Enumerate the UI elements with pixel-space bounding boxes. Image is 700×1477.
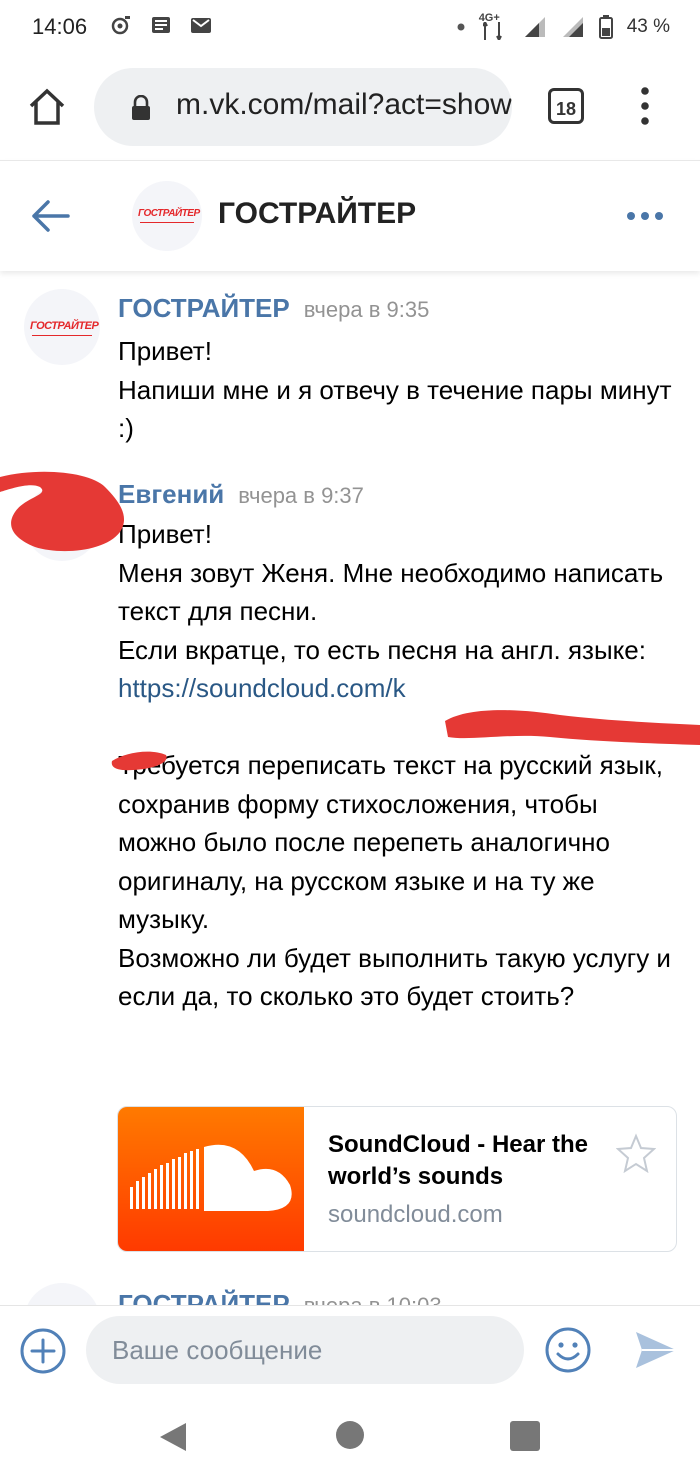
nav-back-icon[interactable] <box>158 1421 188 1453</box>
more-options-icon[interactable] <box>626 211 664 221</box>
message-paragraph: Если вкратце, то есть песня на англ. язы… <box>118 634 646 665</box>
message-input[interactable] <box>86 1316 524 1384</box>
back-arrow-icon[interactable] <box>30 199 70 233</box>
chat-header: ГОСТРАЙТЕР ГОСТРАЙТЕР <box>0 160 700 271</box>
send-icon[interactable] <box>634 1328 678 1372</box>
lock-icon <box>132 95 150 120</box>
address-bar[interactable]: m.vk.com/mail?act=show <box>94 68 512 146</box>
author-avatar[interactable] <box>24 1283 100 1305</box>
emoji-icon[interactable] <box>544 1326 592 1374</box>
soundcloud-logo-icon <box>130 1144 292 1211</box>
message-author[interactable]: ГОСТРАЙТЕР вчера в 9:35 <box>118 293 429 324</box>
soundcloud-link[interactable]: https://soundcloud.com/k <box>118 673 406 703</box>
signal-strength-icon <box>524 17 545 37</box>
link-attachment-card[interactable]: SoundCloud - Hear the world’s sounds sou… <box>117 1106 677 1252</box>
soundcloud-thumbnail <box>118 1107 304 1251</box>
wifi-icon <box>562 17 583 37</box>
battery-icon <box>598 15 613 39</box>
notification-icons <box>110 14 212 36</box>
nav-home-icon[interactable] <box>336 1421 364 1449</box>
chat-title: ГОСТРАЙТЕР <box>218 197 417 230</box>
message-composer <box>0 1305 700 1394</box>
gmail-icon <box>191 18 211 33</box>
android-navigation-bar <box>0 1393 700 1477</box>
music-icon <box>111 16 130 35</box>
chat-avatar[interactable]: ГОСТРАЙТЕР <box>132 181 202 251</box>
add-attachment-icon[interactable] <box>20 1328 66 1374</box>
author-name[interactable]: Евгений <box>118 479 224 509</box>
logo-underline <box>32 335 92 336</box>
card-title: SoundCloud - Hear the world’s sounds <box>328 1131 588 1190</box>
message-item: ГОСТРАЙТЕР вчера в 10:03 <box>0 1283 700 1305</box>
message-time: вчера в 10:03 <box>304 1293 442 1305</box>
message-line: Привет! <box>118 336 212 366</box>
news-icon <box>152 17 170 33</box>
message-item: ГОСТРАЙТЕР ГОСТРАЙТЕР вчера в 9:35 Привет… <box>0 271 700 461</box>
avatar-logo-text: ГОСТРАЙТЕР <box>30 320 99 332</box>
browser-menu-icon[interactable] <box>640 86 650 126</box>
author-avatar[interactable]: ГОСТРАЙТЕР <box>24 289 100 365</box>
status-bar: 14:06 4G+ 43 % <box>0 0 700 56</box>
signal-network: 4G+ <box>479 12 509 40</box>
message-item: Евгений вчера в 9:37 Привет! Меня зовут Ж… <box>0 467 700 1267</box>
battery-percent: 43 % <box>626 16 670 37</box>
message-list[interactable]: ГОСТРАЙТЕР ГОСТРАЙТЕР вчера в 9:35 Привет… <box>0 271 700 1305</box>
message-text: Привет! Меня зовут Женя. Мне необходимо … <box>118 515 678 1016</box>
message-time: вчера в 9:37 <box>238 483 364 508</box>
message-line: Напиши мне и я отвечу в течение пары мин… <box>118 374 672 444</box>
star-icon[interactable] <box>616 1133 656 1173</box>
message-paragraph: Меня зовут Женя. Мне необходимо написать… <box>118 557 664 627</box>
signal-icon <box>482 22 502 40</box>
avatar-logo-text: ГОСТРАЙТЕР <box>138 208 200 219</box>
dot-icon <box>457 23 465 31</box>
home-icon[interactable] <box>26 86 68 128</box>
nav-recent-apps-icon[interactable] <box>510 1421 540 1451</box>
logo-underline <box>140 222 194 223</box>
message-author[interactable]: Евгений вчера в 9:37 <box>118 479 364 510</box>
tab-switcher-button[interactable]: 18 <box>548 88 584 124</box>
author-name[interactable]: ГОСТРАЙТЕР <box>118 293 290 323</box>
browser-toolbar: m.vk.com/mail?act=show 18 <box>0 56 700 160</box>
card-domain: soundcloud.com <box>328 1201 503 1228</box>
author-name[interactable]: ГОСТРАЙТЕР <box>118 1289 290 1305</box>
url-text: m.vk.com/mail?act=show <box>176 88 512 121</box>
message-paragraph: Возможно ли будет выполнить такую услугу… <box>118 942 671 1012</box>
message-author[interactable]: ГОСТРАЙТЕР вчера в 10:03 <box>118 1289 442 1305</box>
author-avatar[interactable] <box>24 485 100 561</box>
message-time: вчера в 9:35 <box>303 297 430 322</box>
status-time: 14:06 <box>32 14 88 39</box>
message-paragraph: Требуется переписать текст на русский яз… <box>118 750 663 934</box>
status-right: 4G+ 43 % <box>457 12 670 40</box>
message-greeting: Привет! <box>118 519 212 549</box>
message-text: Привет! Напиши мне и я отвечу в течение … <box>118 332 678 448</box>
